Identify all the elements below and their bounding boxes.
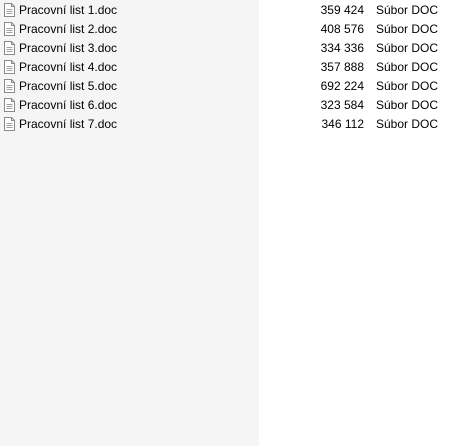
- file-type: Súbor DOC: [376, 98, 439, 112]
- file-name[interactable]: Pracovní list 5.doc: [19, 79, 117, 93]
- file-size: 357 888: [320, 60, 364, 74]
- file-name[interactable]: Pracovní list 6.doc: [19, 98, 117, 112]
- file-size: 692 224: [320, 79, 364, 93]
- file-list: Pracovní list 1.doc 359 424 Súbor DOC Pr…: [0, 1, 449, 134]
- file-name[interactable]: Pracovní list 2.doc: [19, 22, 117, 36]
- document-icon: [4, 98, 15, 112]
- file-name[interactable]: Pracovní list 4.doc: [19, 60, 117, 74]
- file-type: Súbor DOC: [376, 22, 439, 36]
- file-row[interactable]: Pracovní list 4.doc 357 888 Súbor DOC: [0, 58, 449, 77]
- file-row[interactable]: Pracovní list 3.doc 334 336 Súbor DOC: [0, 39, 449, 58]
- file-name[interactable]: Pracovní list 3.doc: [19, 41, 117, 55]
- file-size: 359 424: [320, 3, 364, 17]
- file-row[interactable]: Pracovní list 1.doc 359 424 Súbor DOC: [0, 1, 449, 20]
- file-size: 334 336: [320, 41, 364, 55]
- file-type: Súbor DOC: [376, 117, 439, 131]
- file-row[interactable]: Pracovní list 6.doc 323 584 Súbor DOC: [0, 96, 449, 115]
- file-size: 408 576: [320, 22, 364, 36]
- document-icon: [4, 41, 15, 55]
- file-name[interactable]: Pracovní list 1.doc: [19, 3, 117, 17]
- file-size: 346 112: [321, 117, 365, 131]
- file-size: 323 584: [320, 98, 364, 112]
- document-icon: [4, 22, 15, 36]
- document-icon: [4, 79, 15, 93]
- file-name[interactable]: Pracovní list 7.doc: [19, 117, 117, 131]
- file-type: Súbor DOC: [376, 79, 439, 93]
- file-type: Súbor DOC: [376, 60, 439, 74]
- file-row[interactable]: Pracovní list 2.doc 408 576 Súbor DOC: [0, 20, 449, 39]
- file-row[interactable]: Pracovní list 7.doc 346 112 Súbor DOC: [0, 115, 449, 134]
- document-icon: [4, 60, 15, 74]
- document-icon: [4, 117, 15, 131]
- file-row[interactable]: Pracovní list 5.doc 692 224 Súbor DOC: [0, 77, 449, 96]
- file-type: Súbor DOC: [376, 41, 439, 55]
- document-icon: [4, 3, 15, 17]
- file-type: Súbor DOC: [376, 3, 439, 17]
- file-explorer-view: Pracovní list 1.doc 359 424 Súbor DOC Pr…: [0, 0, 449, 446]
